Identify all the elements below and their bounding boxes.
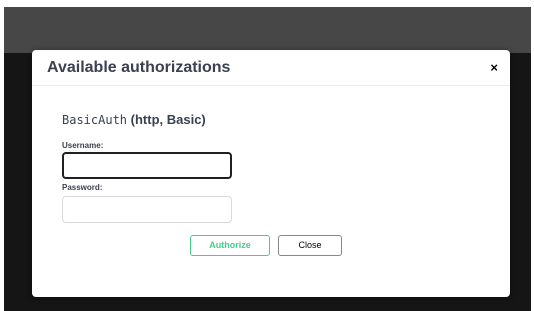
auth-scheme-type: (http, Basic) (127, 112, 206, 127)
topbar (4, 7, 531, 53)
close-icon[interactable]: × (490, 61, 498, 74)
password-label: Password: (62, 183, 103, 192)
dialog-title: Available authorizations (47, 59, 231, 76)
auth-scheme-name: BasicAuth (62, 113, 128, 127)
password-input[interactable] (62, 196, 232, 223)
dialog-header: Available authorizations × (32, 50, 510, 86)
auth-scheme-heading: BasicAuth (http, Basic) (62, 112, 206, 127)
authorization-dialog: Available authorizations × BasicAuth (ht… (32, 50, 510, 297)
username-label: Username: (62, 141, 104, 150)
username-input[interactable] (62, 152, 232, 179)
close-button[interactable]: Close (278, 235, 342, 256)
app-background: Available authorizations × BasicAuth (ht… (4, 7, 531, 311)
authorize-button[interactable]: Authorize (190, 235, 270, 256)
